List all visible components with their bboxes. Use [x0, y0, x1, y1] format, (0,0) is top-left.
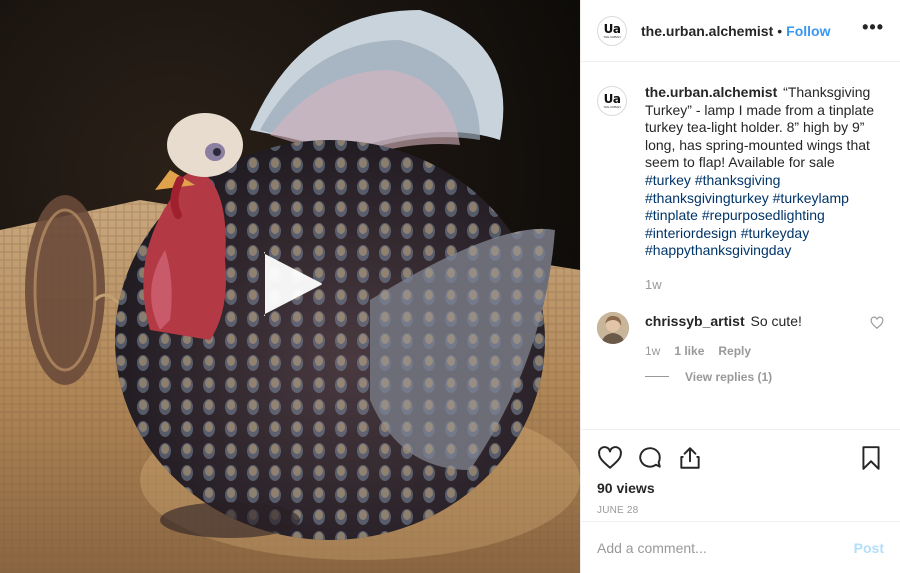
comment-meta: 1w 1 like Reply — [645, 344, 884, 358]
bookmark-icon[interactable] — [858, 445, 884, 471]
caption-body: the.urban.alchemist “Thanksgiving Turkey… — [645, 84, 881, 294]
caption-hashtags: #turkey #thanksgiving #thanksgivingturke… — [645, 172, 849, 258]
hashtag-link[interactable]: #repurposedlighting — [702, 207, 825, 223]
avatar-logo-subtext: THE URBAN — [603, 105, 621, 109]
comment-icon[interactable] — [637, 445, 663, 471]
view-replies-button[interactable]: View replies (1) — [645, 370, 884, 384]
comment-text: So cute! — [750, 312, 802, 329]
commenter-avatar[interactable] — [597, 311, 629, 344]
action-icons — [597, 438, 884, 478]
hashtag-link[interactable]: #thanksgivingturkey — [645, 190, 769, 206]
post-actions: 90 views JUNE 28 — [581, 429, 900, 521]
hashtag-link[interactable]: #tinplate — [645, 207, 698, 223]
comment-likes[interactable]: 1 like — [674, 344, 704, 358]
share-icon[interactable] — [677, 445, 703, 471]
hashtag-link[interactable]: #turkey — [645, 172, 691, 188]
header-username[interactable]: the.urban.alchemist — [641, 23, 773, 39]
caption: Ua THE URBAN the.urban.alchemist “Thanks… — [597, 84, 884, 294]
avatar-logo-text: Ua — [603, 21, 621, 36]
post-side-panel: Ua THE URBAN the.urban.alchemist • Follo… — [580, 0, 900, 573]
header-separator: • — [777, 22, 783, 39]
profile-avatar[interactable]: Ua THE URBAN — [597, 15, 627, 46]
hashtag-link[interactable]: #interiordesign — [645, 225, 737, 241]
comment-username[interactable]: chrissyb_artist — [645, 313, 745, 329]
commenter-avatar-image — [597, 311, 629, 344]
hashtag-link[interactable]: #happythanksgivingday — [645, 242, 791, 258]
hashtag-link[interactable]: #turkeyday — [741, 225, 809, 241]
hashtag-link[interactable]: #turkeylamp — [773, 190, 849, 206]
comment-line: chrissyb_artist So cute! — [645, 312, 802, 330]
caption-username[interactable]: the.urban.alchemist — [645, 84, 777, 100]
heart-icon[interactable] — [597, 445, 623, 471]
comments-section: Ua THE URBAN the.urban.alchemist “Thanks… — [581, 62, 900, 429]
post-date[interactable]: JUNE 28 — [597, 505, 884, 516]
avatar-logo-text: Ua — [603, 92, 621, 106]
comment-reply-button[interactable]: Reply — [718, 344, 751, 358]
avatar-logo-subtext: THE URBAN — [603, 34, 621, 39]
comment-item: chrissyb_artist So cute! 1w 1 like Reply — [597, 311, 884, 384]
post-media[interactable] — [0, 0, 580, 573]
post-comment-button[interactable]: Post — [854, 540, 884, 556]
post-header: Ua THE URBAN the.urban.alchemist • Follo… — [581, 0, 900, 62]
comment-time[interactable]: 1w — [645, 344, 660, 358]
play-icon[interactable] — [261, 252, 323, 316]
caption-avatar[interactable]: Ua THE URBAN — [597, 86, 627, 116]
comment-like-heart-icon[interactable] — [870, 316, 884, 330]
replies-divider-line — [645, 376, 669, 378]
view-count[interactable]: 90 views — [597, 480, 884, 496]
follow-button[interactable]: Follow — [786, 23, 830, 39]
comment-body: chrissyb_artist So cute! 1w 1 like Reply — [645, 312, 884, 384]
caption-time[interactable]: 1w — [645, 276, 881, 294]
view-replies-label: View replies (1) — [685, 369, 773, 384]
hashtag-link[interactable]: #thanksgiving — [695, 172, 781, 188]
instagram-post: Ua THE URBAN the.urban.alchemist • Follo… — [0, 0, 900, 573]
comment-input[interactable] — [597, 539, 854, 556]
more-options-icon[interactable]: ••• — [862, 18, 884, 40]
add-comment-bar: Post — [581, 521, 900, 573]
